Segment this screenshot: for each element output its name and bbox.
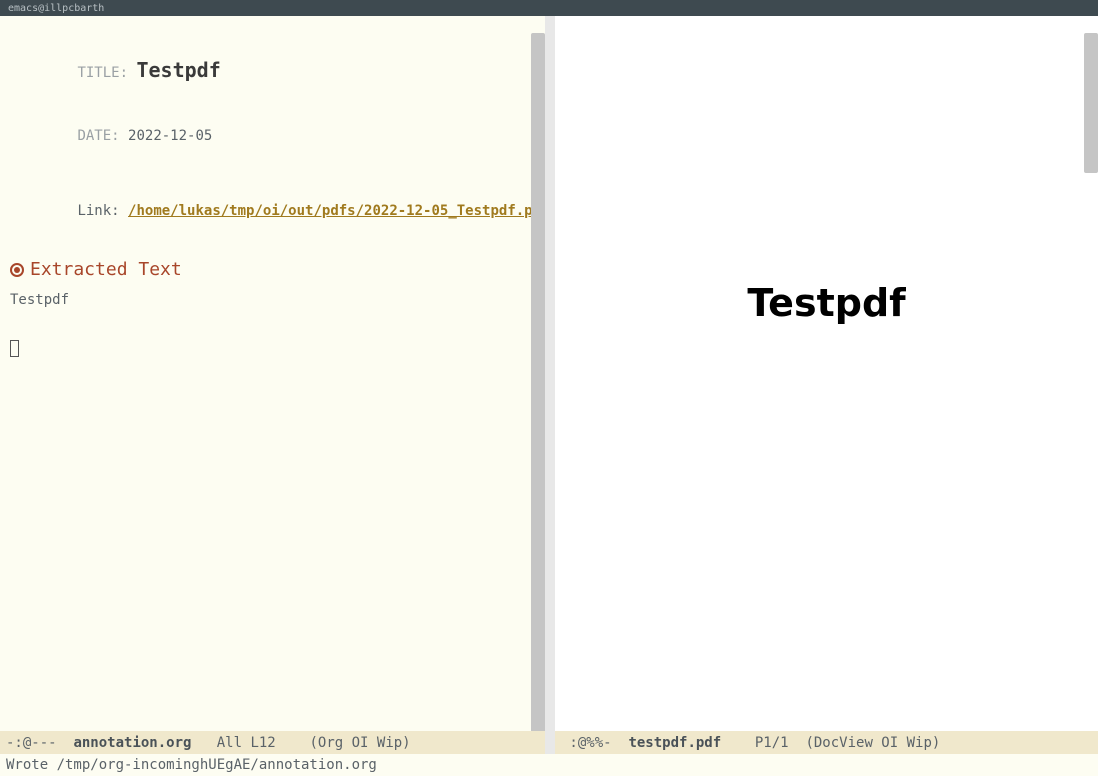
modeline-right[interactable]: :@%%- testpdf.pdf P1/1 (DocView OI Wip) bbox=[555, 731, 1098, 754]
headline-text: Extracted Text bbox=[30, 259, 182, 280]
pdf-link[interactable]: /home/lukas/tmp/oi/out/pdfs/2022-12-05_T… bbox=[128, 203, 545, 219]
pdf-page-text: Testpdf bbox=[747, 281, 905, 325]
modeline-position: All L12 bbox=[191, 735, 309, 751]
window-titlebar: emacs@illpcbarth bbox=[0, 0, 1098, 16]
scrollbar-thumb-right[interactable] bbox=[1084, 33, 1098, 173]
modeline-separator bbox=[545, 731, 555, 754]
modeline-status: :@%%- bbox=[561, 735, 628, 751]
pdf-view[interactable]: Testpdf bbox=[555, 16, 1098, 731]
minibuffer-message: Wrote /tmp/org-incominghUEgAE/annotation… bbox=[6, 757, 377, 773]
modeline-buffer: annotation.org bbox=[73, 735, 191, 751]
main-area: TITLE: Testpdf DATE: 2022-12-05 Link: /h… bbox=[0, 16, 1098, 731]
minibuffer[interactable]: Wrote /tmp/org-incominghUEgAE/annotation… bbox=[0, 754, 1098, 776]
modeline-row: -:@--- annotation.org All L12 (Org OI Wi… bbox=[0, 731, 1098, 754]
right-pane[interactable]: Testpdf bbox=[555, 16, 1098, 731]
bullet-icon bbox=[10, 263, 24, 277]
modeline-status: -:@--- bbox=[6, 735, 73, 751]
scrollbar-thumb-left[interactable] bbox=[531, 33, 545, 731]
date-keyword: DATE: bbox=[77, 128, 119, 144]
title-value: Testpdf bbox=[136, 58, 220, 82]
modeline-buffer: testpdf.pdf bbox=[628, 735, 721, 751]
vertical-split[interactable] bbox=[545, 16, 555, 731]
modeline-modes: (Org OI Wip) bbox=[309, 735, 410, 751]
modeline-modes: (DocView OI Wip) bbox=[805, 735, 940, 751]
window-title: emacs@illpcbarth bbox=[8, 3, 104, 14]
text-cursor bbox=[10, 340, 19, 357]
date-value: 2022-12-05 bbox=[128, 128, 212, 144]
title-keyword: TITLE: bbox=[77, 65, 128, 81]
org-buffer[interactable]: TITLE: Testpdf DATE: 2022-12-05 Link: /h… bbox=[0, 16, 545, 731]
modeline-position: P1/1 bbox=[721, 735, 805, 751]
modeline-left[interactable]: -:@--- annotation.org All L12 (Org OI Wi… bbox=[0, 731, 545, 754]
link-label: Link: bbox=[77, 203, 119, 219]
left-pane[interactable]: TITLE: Testpdf DATE: 2022-12-05 Link: /h… bbox=[0, 16, 545, 731]
org-headline[interactable]: Extracted Text bbox=[10, 259, 535, 280]
extracted-text-body: Testpdf bbox=[10, 292, 535, 308]
